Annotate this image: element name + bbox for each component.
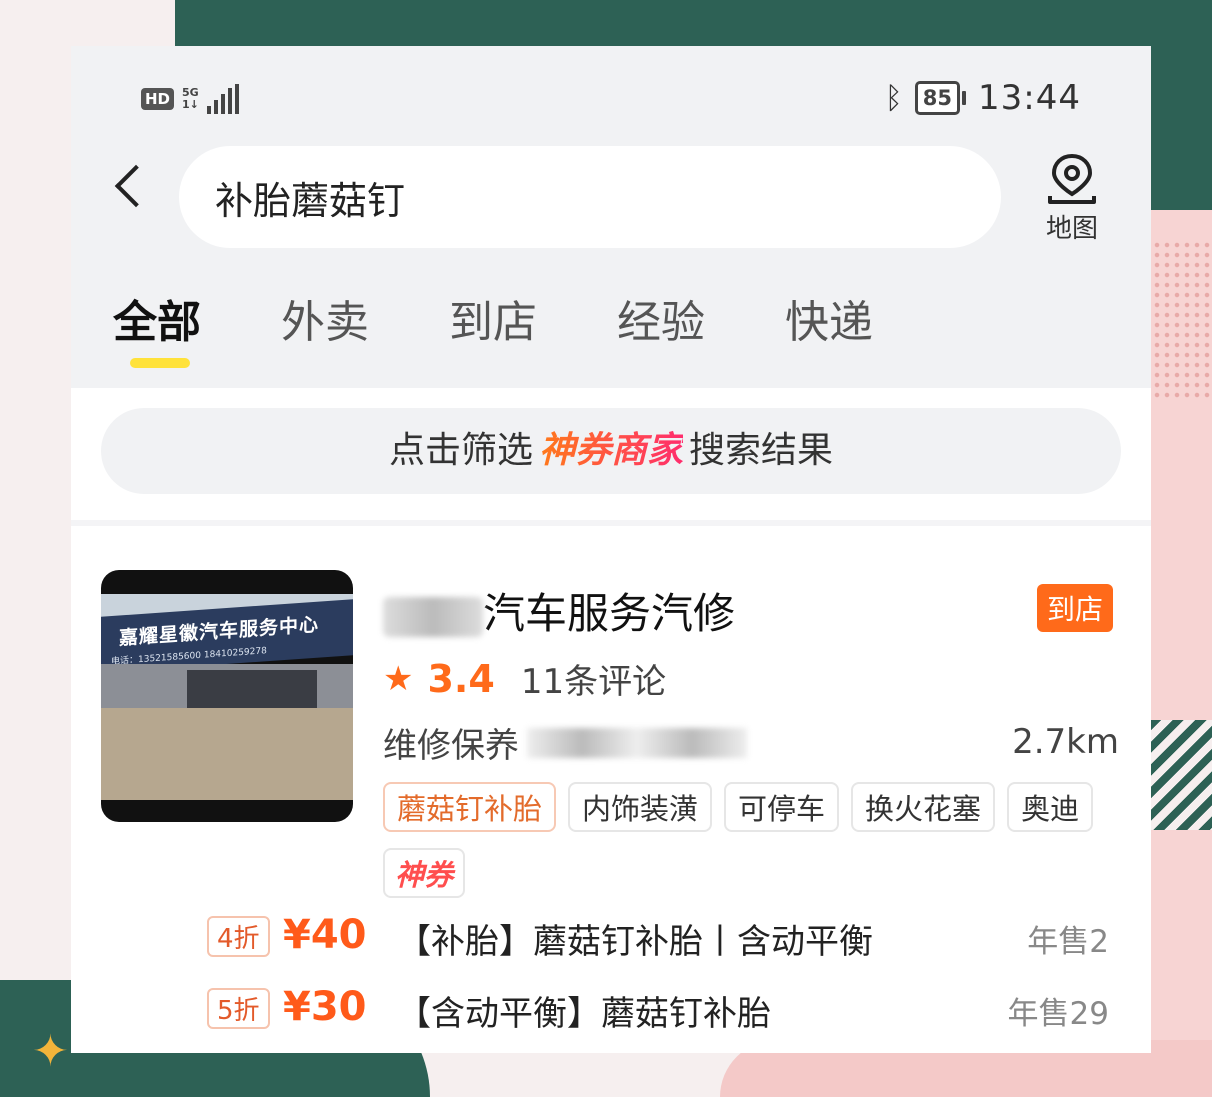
tag-interior[interactable]: 内饰装潢 [568, 782, 713, 832]
bluetooth-icon: ᛒ [884, 80, 903, 116]
deal-price: ¥30 [283, 984, 367, 1030]
deal-discount: 5折 [207, 988, 270, 1029]
tab-all[interactable]: 全部 [113, 286, 281, 368]
blurred-text [383, 596, 483, 637]
coupon-badge: 神券 [383, 848, 466, 898]
tag-mushroom-patch[interactable]: 蘑菇钉补胎 [383, 782, 557, 832]
background-stripes [1150, 720, 1212, 830]
background-dots [1152, 240, 1212, 400]
status-bar-left: HD 5G 1↓ [141, 84, 239, 114]
deal-row[interactable]: 5折 ¥30 【含动平衡】蘑菇钉补胎 年售29 [207, 984, 1127, 1034]
star-decoration-icon: ✦ [32, 1026, 69, 1077]
blurred-text [527, 727, 747, 758]
deal-title: 【补胎】蘑菇钉补胎丨含动平衡 [397, 922, 873, 962]
tag-audi[interactable]: 奥迪 [1007, 782, 1094, 832]
shop-name[interactable]: 汽车服务汽修 [383, 580, 735, 641]
map-pin-icon [1048, 153, 1096, 204]
tab-in-store[interactable]: 到店 [449, 286, 617, 350]
shop-sign-text: 嘉耀星徽汽车服务中心 [119, 613, 320, 650]
review-count[interactable]: 11条评论 [521, 654, 666, 703]
tag-spark-plug[interactable]: 换火花塞 [851, 782, 996, 832]
deal-row[interactable]: 4折 ¥40 【补胎】蘑菇钉补胎丨含动平衡 年售2 [207, 912, 1127, 962]
phone-screen: HD 5G 1↓ ᛒ 85 13:44 补胎蘑菇钉 地图 全部 外卖 到店 经验… [71, 46, 1151, 1053]
shop-tags: 蘑菇钉补胎 内饰装潢 可停车 换火花塞 奥迪 [383, 782, 1094, 832]
distance: 2.7km [1012, 722, 1119, 762]
category-tabs: 全部 外卖 到店 经验 快递 [113, 286, 953, 368]
deal-sales: 年售29 [1007, 996, 1109, 1032]
active-tab-indicator [130, 358, 190, 368]
tag-parking[interactable]: 可停车 [724, 782, 840, 832]
hd-badge: HD [141, 88, 175, 110]
search-input[interactable]: 补胎蘑菇钉 [179, 146, 1001, 248]
tab-express[interactable]: 快递 [785, 286, 953, 350]
clock: 13:44 [978, 78, 1081, 118]
battery-icon: 85 [914, 81, 967, 115]
battery-level: 85 [914, 81, 961, 115]
deal-sales: 年售2 [1027, 924, 1109, 960]
star-icon: ★ [383, 658, 414, 699]
tab-experience[interactable]: 经验 [617, 286, 785, 350]
signal-strength-icon [206, 84, 239, 114]
network-indicator: 5G 1↓ [182, 86, 199, 111]
section-divider [71, 520, 1151, 526]
deal-price: ¥40 [283, 912, 367, 958]
in-store-badge: 到店 [1037, 584, 1114, 632]
deal-discount: 4折 [207, 916, 270, 957]
shop-photo[interactable]: 嘉耀星徽汽车服务中心 电话：13521585600 18410259278 [101, 570, 353, 822]
rating-row: ★ 3.4 11条评论 [383, 654, 666, 703]
map-label: 地图 [1045, 214, 1098, 244]
search-query: 补胎蘑菇钉 [215, 179, 406, 223]
coupon-filter-banner[interactable]: 点击筛选 神券商家 搜索结果 [101, 408, 1121, 494]
map-button[interactable]: 地图 [1029, 150, 1115, 245]
shop-category: 维修保养 [383, 718, 747, 767]
deal-title: 【含动平衡】蘑菇钉补胎 [397, 994, 771, 1034]
rating-value: 3.4 [427, 656, 495, 701]
coupon-merchant-highlight: 神券商家 [538, 430, 683, 471]
status-bar-right: ᛒ 85 13:44 [885, 78, 1081, 118]
tab-takeout[interactable]: 外卖 [281, 286, 449, 350]
